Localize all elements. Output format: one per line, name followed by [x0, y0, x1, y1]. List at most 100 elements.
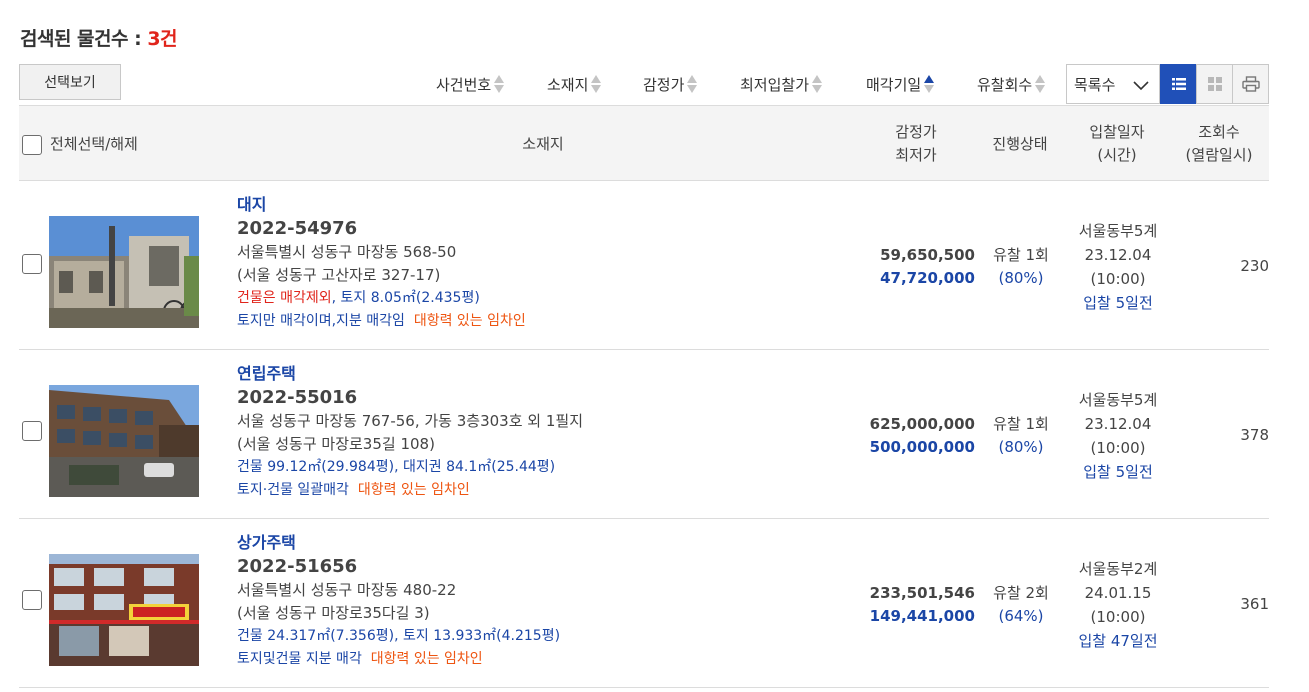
result-count-title: 검색된 물건수 : 3건: [20, 24, 178, 51]
sort-label: 최저입찰가: [740, 75, 810, 94]
view-count: 361: [1240, 595, 1269, 613]
sort-appraisal[interactable]: 감정가: [643, 64, 698, 104]
page-size-select[interactable]: 목록수: [1066, 64, 1160, 104]
select-view-button[interactable]: 선택보기: [19, 64, 121, 100]
table-header: 전체선택/해제 소재지 감정가 최저가 진행상태 입찰일자 (시간) 조회수 (…: [19, 105, 1269, 181]
grid-view-icon: [1207, 77, 1222, 91]
column-views: 조회수 (열람일시): [1169, 121, 1269, 167]
min-percent: (64%): [998, 607, 1044, 625]
fail-status: 유찰 2회: [993, 584, 1049, 602]
row-checkbox[interactable]: [22, 421, 42, 441]
appraisal-price: 625,000,000: [869, 415, 975, 433]
area-info: , 토지 8.05㎡(2.435평): [331, 290, 480, 306]
property-photo[interactable]: [49, 216, 199, 328]
area-info: 건물 99.12㎡(29.984평), 대지권 84.1㎡(25.44평): [237, 459, 556, 475]
chevron-down-icon: [1133, 81, 1149, 91]
sort-arrows-icon: [687, 75, 698, 93]
list-view-icon: [1171, 78, 1186, 90]
min-percent: (80%): [998, 438, 1044, 456]
sort-arrows-icon: [494, 75, 505, 93]
min-percent: (80%): [998, 269, 1044, 287]
price-cell: 59,650,500 47,720,000: [880, 244, 975, 290]
bid-time: (10:00): [1090, 270, 1146, 288]
bid-date: 23.12.04: [1084, 246, 1152, 264]
tenant-badge: 대항력 있는 임차인: [370, 651, 483, 667]
days-until-bid: 입찰 47일전: [1078, 632, 1158, 650]
sort-min-bid[interactable]: 최저입찰가: [740, 64, 823, 104]
price-cell: 233,501,546 149,441,000: [870, 582, 975, 628]
sort-case-number[interactable]: 사건번호: [436, 64, 505, 104]
column-appraisal: 감정가: [895, 123, 937, 141]
result-count-number: 3건: [147, 28, 178, 50]
court-name: 서울동부5계: [1078, 391, 1158, 409]
sort-arrows-icon: [812, 75, 823, 93]
property-info: 상가주택 2022-51656 서울특별시 성동구 마장동 480-22 (서울…: [237, 531, 560, 671]
min-price: 500,000,000: [869, 438, 975, 456]
row-checkbox[interactable]: [22, 590, 42, 610]
property-photo-image: [49, 385, 199, 497]
sort-label: 감정가: [643, 75, 685, 94]
court-name: 서울동부2계: [1078, 560, 1158, 578]
sale-note: 토지및건물 지분 매각: [237, 651, 362, 667]
property-type-link[interactable]: 대지: [237, 193, 526, 216]
road-address: (서울 성동구 고산자로 327-17): [237, 266, 441, 284]
area-detail: 건물 99.12㎡(29.984평), 대지권 84.1㎡(25.44평): [237, 456, 583, 479]
fail-status: 유찰 1회: [993, 415, 1049, 433]
sort-label: 유찰회수: [977, 75, 1033, 94]
print-button[interactable]: [1232, 64, 1269, 104]
min-price: 47,720,000: [880, 269, 975, 287]
column-bid-date-label: 입찰일자: [1089, 123, 1145, 141]
area-detail: 건물은 매각제외, 토지 8.05㎡(2.435평): [237, 287, 526, 310]
excluded-note: 건물은 매각제외: [237, 290, 332, 306]
status-cell: 유찰 2회 (64%): [987, 582, 1055, 628]
property-type-link[interactable]: 상가주택: [237, 531, 560, 554]
result-count-label: 검색된 물건수 :: [20, 28, 148, 50]
appraisal-price: 59,650,500: [880, 246, 975, 264]
sort-arrows-icon: [924, 75, 935, 93]
status-cell: 유찰 1회 (80%): [987, 244, 1055, 290]
case-number[interactable]: 2022-51656: [237, 554, 560, 579]
sort-fail-count[interactable]: 유찰회수: [977, 64, 1046, 104]
grid-view-button[interactable]: [1196, 64, 1233, 104]
address: 서울 성동구 마장동 767-56, 가동 3층303호 외 1필지: [237, 412, 583, 430]
min-price: 149,441,000: [869, 607, 975, 625]
sort-label: 소재지: [547, 75, 589, 94]
property-photo[interactable]: [49, 385, 199, 497]
column-view-time-label: (열람일시): [1185, 146, 1253, 164]
case-number[interactable]: 2022-55016: [237, 385, 583, 410]
column-location: 소재지: [522, 135, 564, 153]
view-count: 378: [1240, 426, 1269, 444]
status-cell: 유찰 1회 (80%): [987, 413, 1055, 459]
bid-cell: 서울동부5계 23.12.04 (10:00) 입찰 5일전: [1059, 219, 1177, 315]
sort-sale-date[interactable]: 매각기일: [866, 64, 935, 104]
sale-note: 토지·건물 일괄매각: [237, 482, 349, 498]
sale-note-line: 토지및건물 지분 매각 대항력 있는 임차인: [237, 648, 560, 671]
road-address: (서울 성동구 마장로35길 108): [237, 435, 435, 453]
table-row: 상가주택 2022-51656 서울특별시 성동구 마장동 480-22 (서울…: [19, 519, 1269, 688]
view-count: 230: [1240, 257, 1269, 275]
select-all-label: 전체선택/해제: [50, 135, 138, 153]
select-all-checkbox[interactable]: [22, 135, 42, 155]
days-until-bid: 입찰 5일전: [1083, 294, 1153, 312]
address: 서울특별시 성동구 마장동 480-22: [237, 581, 457, 599]
sale-note-line: 토지·건물 일괄매각 대항력 있는 임차인: [237, 479, 583, 502]
bid-date: 24.01.15: [1084, 584, 1152, 602]
property-photo[interactable]: [49, 554, 199, 666]
area-detail: 건물 24.317㎡(7.356평), 토지 13.933㎡(4.215평): [237, 625, 560, 648]
price-cell: 625,000,000 500,000,000: [870, 413, 975, 459]
sort-label: 사건번호: [436, 75, 492, 94]
case-number[interactable]: 2022-54976: [237, 216, 526, 241]
property-info: 연립주택 2022-55016 서울 성동구 마장동 767-56, 가동 3층…: [237, 362, 583, 502]
row-checkbox[interactable]: [22, 254, 42, 274]
property-photo-image: [49, 554, 199, 666]
list-view-button[interactable]: [1160, 64, 1197, 104]
days-until-bid: 입찰 5일전: [1083, 463, 1153, 481]
sort-arrows-icon: [1035, 75, 1046, 93]
road-address: (서울 성동구 마장로35다길 3): [237, 604, 430, 622]
bid-time: (10:00): [1090, 439, 1146, 457]
court-name: 서울동부5계: [1078, 222, 1158, 240]
property-type-link[interactable]: 연립주택: [237, 362, 583, 385]
fail-status: 유찰 1회: [993, 246, 1049, 264]
area-info: 건물 24.317㎡(7.356평), 토지 13.933㎡(4.215평): [237, 628, 561, 644]
sort-location[interactable]: 소재지: [547, 64, 602, 104]
